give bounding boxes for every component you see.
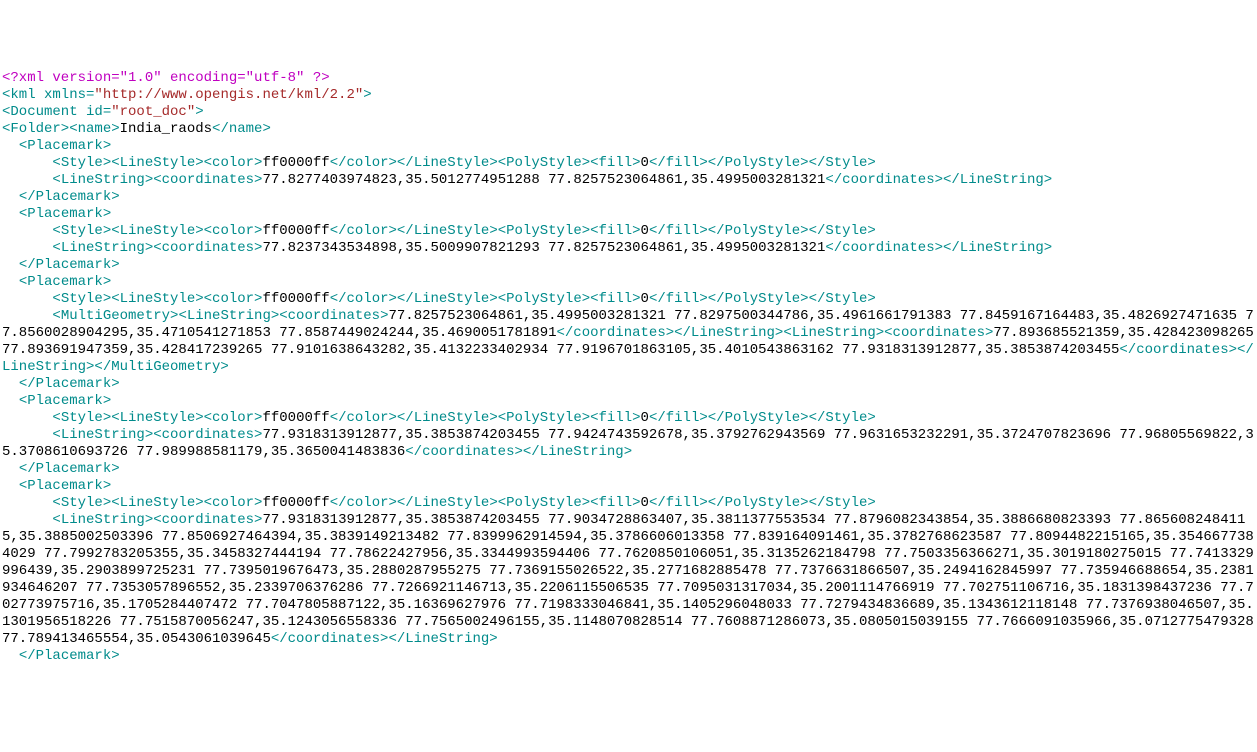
placemark-open: <Placemark> [2,206,111,222]
fill-value: 0 [641,495,649,511]
coords: 77.8277403974823,35.5012774951288 77.825… [262,172,825,188]
color-value: ff0000ff [262,291,329,307]
xml-code-block: <?xml version="1.0" encoding="utf-8" ?> … [2,70,1255,665]
folder-open: <Folder><name> [2,121,120,137]
placemark-open: <Placemark> [2,393,111,409]
fill-value: 0 [641,410,649,426]
kml-open: <kml xmlns= [2,87,94,103]
multigeometry-open: <MultiGeometry><LineString><coordinates> [2,308,388,324]
color-value: ff0000ff [262,155,329,171]
kml-ns: "http://www.opengis.net/kml/2.2" [94,87,363,103]
placemark-open: <Placemark> [2,274,111,290]
folder-name: India_raods [120,121,212,137]
placemark-close: </Placemark> [2,648,120,664]
placemark-open: <Placemark> [2,478,111,494]
style-line: <Style><LineStyle><color> [2,223,262,239]
linestring-open: <LineString><coordinates> [2,240,262,256]
style-line: <Style><LineStyle><color> [2,495,262,511]
coords: 77.9318313912877,35.3853874203455 77.903… [2,512,1257,647]
fill-value: 0 [641,223,649,239]
linestring-open: <LineString><coordinates> [2,172,262,188]
document-open: <Document id= [2,104,111,120]
style-line: <Style><LineStyle><color> [2,291,262,307]
color-value: ff0000ff [262,223,329,239]
fill-value: 0 [641,291,649,307]
placemark-close: </Placemark> [2,461,120,477]
fill-value: 0 [641,155,649,171]
style-line: <Style><LineStyle><color> [2,410,262,426]
placemark-open: <Placemark> [2,138,111,154]
doc-id: "root_doc" [111,104,195,120]
placemark-close: </Placemark> [2,376,120,392]
style-line: <Style><LineStyle><color> [2,155,262,171]
placemark-close: </Placemark> [2,257,120,273]
placemark-close: </Placemark> [2,189,120,205]
linestring-open: <LineString><coordinates> [2,512,262,528]
xml-declaration: <?xml version="1.0" encoding="utf-8" ?> [2,70,330,86]
coords: 77.8237343534898,35.5009907821293 77.825… [262,240,825,256]
color-value: ff0000ff [262,410,329,426]
linestring-open: <LineString><coordinates> [2,427,262,443]
color-value: ff0000ff [262,495,329,511]
